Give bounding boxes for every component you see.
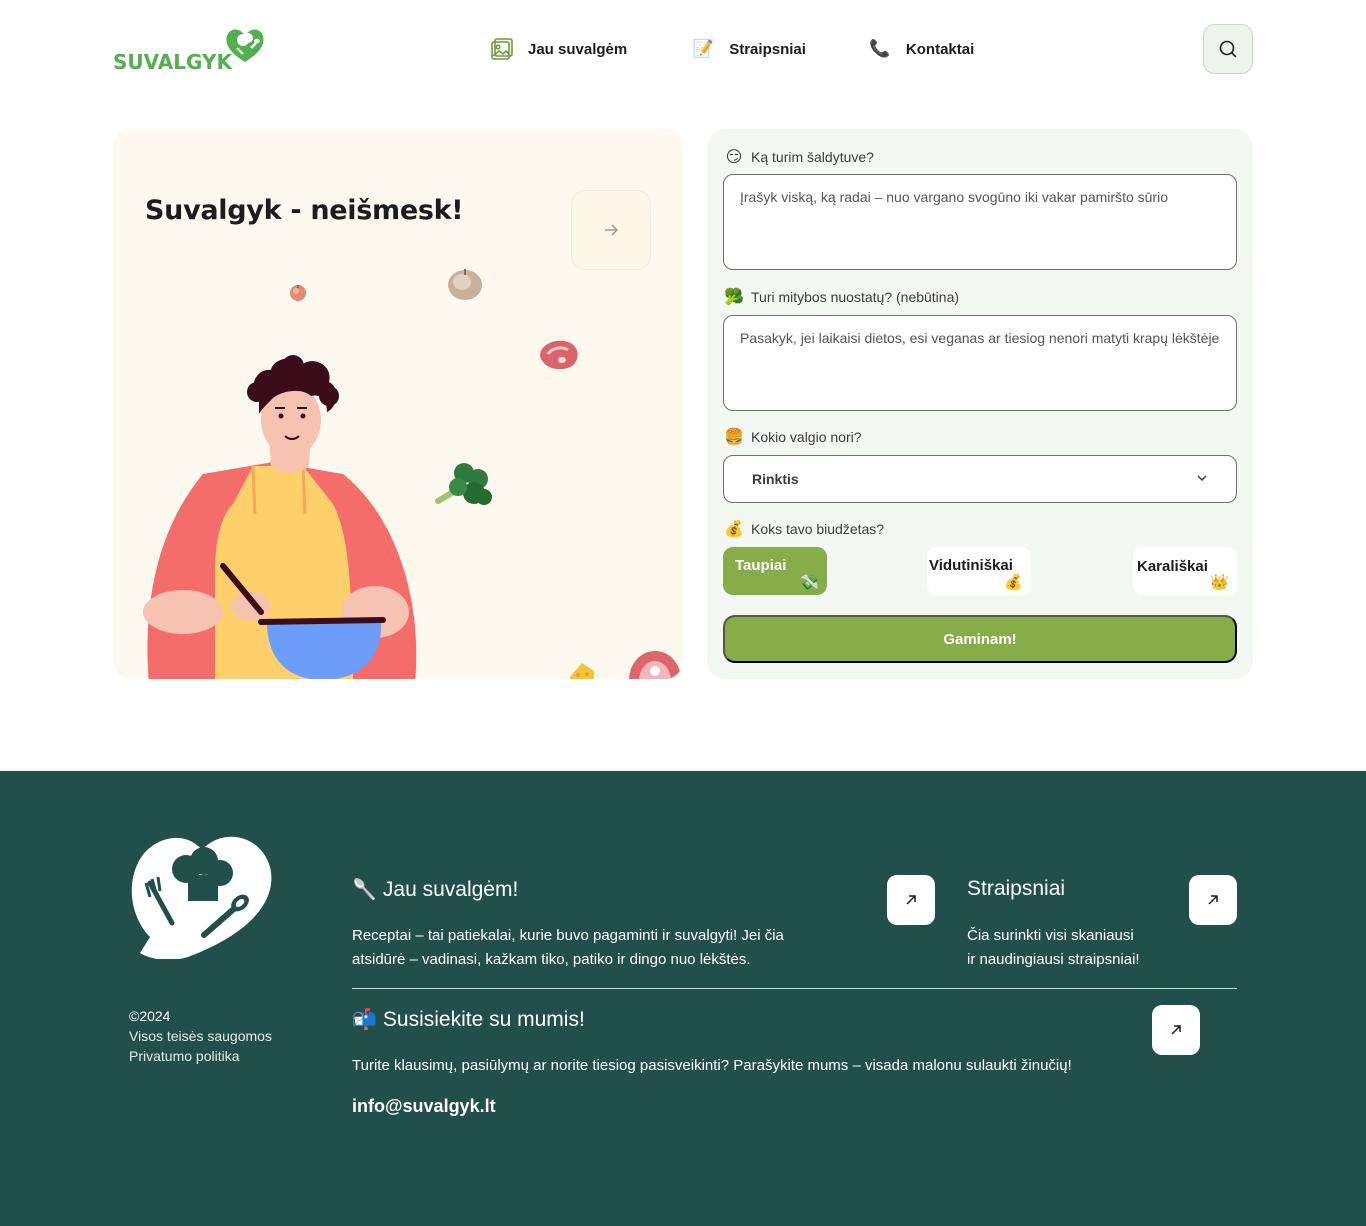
- footer-contact-text: Turite klausimų, pasiūlymų ar norite tie…: [352, 1057, 1072, 1074]
- money-bag-emoji-icon: 💰: [724, 521, 744, 538]
- fridge-label-text: Ką turim šaldytuve?: [751, 149, 874, 165]
- crown-icon: 👑: [1210, 574, 1229, 591]
- arrow-right-icon: [605, 224, 619, 236]
- money-bag-icon: 💰: [1004, 574, 1023, 591]
- site-header: SUVALGYK Jau suvalgėm 📝 Straipsniai 📞 Ko…: [0, 0, 1366, 100]
- meal-label: 🍔 Kokio valgio nori?: [723, 427, 862, 447]
- spoon-icon: 🥄: [352, 879, 377, 901]
- broccoli-emoji-icon: 🥦: [724, 289, 744, 306]
- site-footer: ©2024 Visos teisės saugomos Privatumo po…: [0, 771, 1366, 1226]
- budget-option-taupiai[interactable]: Taupiai 💸: [723, 547, 827, 595]
- phone-icon: 📞: [869, 39, 891, 58]
- broccoli-icon: [435, 463, 492, 505]
- burger-emoji-icon: 🍔: [724, 429, 744, 446]
- chevron-down-icon: [1197, 475, 1207, 482]
- hero-card: Suvalgyk - neišmesk!: [113, 129, 683, 679]
- arrow-up-right-icon: [906, 895, 916, 905]
- tomato-icon: [290, 285, 306, 301]
- footer-eaten-line: Receptai – tai patiekalai, kurie buvo pa…: [352, 927, 784, 944]
- gallery-icon: [490, 37, 514, 61]
- nav-label: Kontaktai: [905, 40, 975, 58]
- meal-select[interactable]: Rinktis: [723, 455, 1237, 503]
- nav-label: Jau suvalgėm: [528, 40, 628, 58]
- footer-eaten-heading: 🥄 Jau suvalgėm!: [352, 877, 518, 902]
- footer-eaten-title: Jau suvalgėm!: [382, 877, 519, 901]
- contact-email-link[interactable]: info@suvalgyk.lt: [352, 1096, 496, 1117]
- mailbox-icon: 📬: [352, 1009, 377, 1031]
- nav-item-jau-suvalgem[interactable]: Jau suvalgėm: [490, 37, 627, 61]
- nav-item-kontaktai[interactable]: 📞 Kontaktai: [868, 37, 974, 61]
- diet-label: 🥦 Turi mitybos nuostatų? (nebūtina): [723, 287, 959, 307]
- hero-title: Suvalgyk - neišmesk!: [145, 195, 464, 226]
- budget-option-karaliskai[interactable]: Karališkai 👑: [1133, 547, 1237, 595]
- rights-text: Visos teisės saugomos: [129, 1028, 272, 1044]
- main-nav: Jau suvalgėm 📝 Straipsniai 📞 Kontaktai: [490, 36, 974, 62]
- nav-item-straipsniai[interactable]: 📝 Straipsniai: [691, 37, 806, 61]
- arrow-up-right-icon: [1208, 895, 1218, 905]
- chef-illustration: [143, 355, 417, 679]
- logo-text: SUVALGYK: [113, 50, 232, 74]
- footer-divider: [352, 988, 1237, 989]
- budget-option-label: Vidutiniškai: [929, 557, 1013, 574]
- diet-input[interactable]: [723, 315, 1237, 411]
- arrow-up-right-icon: [1171, 1025, 1181, 1035]
- footer-logo-icon: [131, 836, 272, 959]
- meal-label-text: Kokio valgio nori?: [751, 429, 862, 445]
- nav-label: Straipsniai: [729, 40, 806, 58]
- fridge-label: 😏 Ką turim šaldytuve?: [723, 147, 874, 167]
- logo-heart-icon: [226, 29, 264, 62]
- privacy-link[interactable]: Privatumo politika: [129, 1046, 272, 1066]
- footer-contact-link-button[interactable]: [1152, 1005, 1200, 1055]
- budget-option-vidutiniskai[interactable]: Vidutiniškai 💰: [927, 547, 1031, 595]
- footer-articles-heading: Straipsniai: [967, 877, 1065, 901]
- site-logo[interactable]: SUVALGYK: [113, 24, 268, 74]
- footer-eaten-link-button[interactable]: [887, 875, 935, 925]
- cheese-icon: [570, 663, 594, 679]
- copyright-text: ©2024: [129, 1008, 171, 1024]
- diet-label-text: Turi mitybos nuostatų? (nebūtina): [751, 289, 960, 305]
- footer-legal: ©2024 Visos teisės saugomos Privatumo po…: [129, 1006, 272, 1066]
- budget-option-label: Taupiai: [735, 557, 787, 574]
- onion-icon: [448, 269, 482, 300]
- steak-icon: [540, 340, 578, 370]
- memo-icon: 📝: [692, 39, 714, 58]
- recipe-form: 😏 Ką turim šaldytuve? 🥦 Turi mitybos nuo…: [707, 129, 1253, 679]
- search-button[interactable]: [1203, 24, 1253, 74]
- footer-contact-heading: 📬 Susisiekite su mumis!: [352, 1007, 585, 1032]
- footer-articles-line: Čia surinkti visi skaniausi: [967, 927, 1134, 944]
- search-icon: [1219, 40, 1237, 58]
- footer-articles-text: Čia surinkti visi skaniausi ir naudingia…: [967, 924, 1140, 972]
- submit-button[interactable]: Gaminam!: [723, 615, 1237, 663]
- meal-select-value: Rinktis: [752, 471, 799, 487]
- budget-label-text: Koks tavo biudžetas?: [751, 521, 885, 537]
- footer-articles-title: Straipsniai: [967, 877, 1066, 900]
- footer-eaten-line: atsidūrė – vadinasi, kažkam tiko, patiko…: [352, 951, 751, 968]
- footer-articles-link-button[interactable]: [1189, 875, 1237, 925]
- budget-option-label: Karališkai: [1137, 558, 1208, 575]
- hero-arrow-button[interactable]: [571, 190, 651, 270]
- smirk-emoji-icon: 😏: [725, 149, 743, 166]
- ham-icon: [629, 651, 681, 679]
- footer-eaten-text: Receptai – tai patiekalai, kurie buvo pa…: [352, 924, 784, 972]
- fridge-input[interactable]: [723, 174, 1237, 270]
- budget-label: 💰 Koks tavo biudžetas?: [723, 519, 884, 539]
- footer-contact-title: Susisiekite su mumis!: [382, 1007, 585, 1031]
- footer-articles-line: ir naudingiausi straipsniai!: [967, 951, 1140, 968]
- money-wings-icon: 💸: [800, 574, 819, 591]
